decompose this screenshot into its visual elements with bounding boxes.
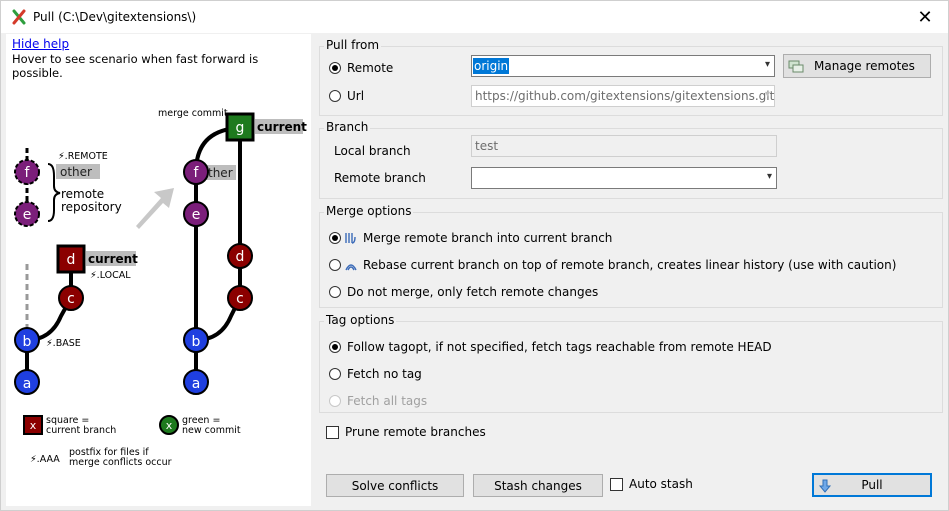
- merge-commit-label: merge commit: [158, 108, 228, 119]
- all-tags-radio[interactable]: [329, 395, 341, 407]
- no-tag-radio[interactable]: [329, 368, 341, 380]
- chevron-down-icon: ▾: [764, 89, 770, 100]
- stash-changes-label: Stash changes: [494, 478, 582, 493]
- legend-postfix-symbol: ⚡.AAA: [30, 454, 60, 465]
- rebase-icon: [345, 264, 357, 271]
- remote-repo-label-2: repository: [61, 200, 122, 214]
- url-radio[interactable]: [329, 90, 341, 102]
- remote-branch-label: Remote branch: [334, 171, 426, 185]
- legend-postfix-line2: merge conflicts occur: [69, 457, 172, 468]
- remote-combo[interactable]: origin ▾: [471, 55, 775, 77]
- prune-label: Prune remote branches: [345, 425, 486, 439]
- git-extensions-icon: [12, 9, 26, 25]
- remotes-icon: [788, 60, 804, 73]
- merge-options-label: Merge options: [324, 204, 414, 218]
- node-e-right: e: [192, 207, 201, 223]
- solve-conflicts-button[interactable]: Solve conflicts: [326, 474, 464, 497]
- legend-square-symbol: x: [30, 419, 37, 432]
- node-a-left: a: [23, 376, 32, 392]
- manage-remotes-label: Manage remotes: [814, 59, 915, 73]
- remote-radio[interactable]: [329, 62, 341, 74]
- remote-repo-label-1: remote: [61, 187, 104, 201]
- fetch-option-label: Do not merge, only fetch remote changes: [347, 285, 599, 299]
- node-a-right: a: [192, 376, 201, 392]
- pull-from-label: Pull from: [324, 38, 382, 52]
- no-tag-label: Fetch no tag: [347, 367, 422, 381]
- local-branch-label: Local branch: [334, 144, 411, 158]
- rebase-option-label: Rebase current branch on top of remote b…: [363, 258, 897, 272]
- remote-label: Remote: [347, 61, 394, 75]
- stash-changes-button[interactable]: Stash changes: [473, 474, 603, 497]
- all-tags-label: Fetch all tags: [347, 394, 428, 408]
- legend-square-line2: current branch: [46, 425, 116, 436]
- pull-label: Pull: [861, 478, 883, 492]
- node-c-left: c: [67, 291, 75, 307]
- url-combo[interactable]: https://github.com/gitextensions/gitexte…: [471, 85, 775, 107]
- follow-tagopt-label: Follow tagopt, if not specified, fetch t…: [347, 340, 772, 354]
- other-tag-left: other: [60, 165, 92, 179]
- solve-conflicts-label: Solve conflicts: [351, 478, 439, 493]
- node-d-left: d: [67, 252, 76, 268]
- base-marker: ⚡.BASE: [46, 338, 81, 349]
- url-value: https://github.com/gitextensions/gitexte…: [475, 89, 775, 103]
- scenario-diagram: remote repository ⚡.REMOTE other f e d c…: [14, 108, 307, 468]
- other-tag-right: ther: [208, 166, 233, 180]
- legend-green-symbol: x: [166, 419, 173, 432]
- close-icon: ✕: [917, 6, 933, 28]
- manage-remotes-button[interactable]: Manage remotes: [783, 54, 931, 78]
- follow-tagopt-radio[interactable]: [329, 341, 341, 353]
- local-branch-field: test: [471, 135, 777, 157]
- node-g-right: g: [236, 120, 245, 136]
- local-branch-value: test: [475, 139, 499, 153]
- help-panel: Hide help Hover to see scenario when fas…: [6, 34, 311, 506]
- pull-button[interactable]: Pull: [812, 473, 932, 497]
- auto-stash-label: Auto stash: [629, 477, 693, 491]
- merge-radio[interactable]: [329, 232, 341, 244]
- merge-option-label: Merge remote branch into current branch: [363, 231, 613, 245]
- legend-green-line2: new commit: [182, 425, 241, 436]
- chevron-down-icon: ▾: [766, 171, 772, 182]
- tag-options-label: Tag options: [324, 313, 397, 327]
- current-tag-right: current: [257, 120, 307, 134]
- arrow-icon: [136, 188, 174, 229]
- close-button[interactable]: ✕: [902, 1, 948, 33]
- node-b-right: b: [192, 334, 201, 350]
- local-marker: ⚡.LOCAL: [90, 270, 131, 281]
- node-c-right: c: [236, 291, 244, 307]
- node-d-right: d: [236, 249, 245, 265]
- pull-arrow-icon: [818, 479, 832, 493]
- url-label: Url: [347, 89, 365, 103]
- node-b-left: b: [23, 334, 32, 350]
- remote-marker: ⚡.REMOTE: [58, 151, 108, 162]
- chevron-down-icon: ▾: [764, 59, 770, 70]
- auto-stash-checkbox[interactable]: [610, 478, 623, 491]
- hide-help-link[interactable]: Hide help: [12, 37, 69, 51]
- window-title: Pull (C:\Dev\gitextensions\): [33, 10, 197, 24]
- title-bar: Pull (C:\Dev\gitextensions\) ✕: [1, 1, 948, 33]
- branch-label: Branch: [324, 120, 371, 134]
- rebase-radio[interactable]: [329, 259, 341, 271]
- prune-checkbox[interactable]: [326, 426, 339, 439]
- fetch-radio[interactable]: [329, 286, 341, 298]
- merge-icon: [345, 233, 356, 244]
- node-e-left: e: [23, 207, 32, 223]
- remote-branch-combo[interactable]: ▾: [471, 167, 777, 189]
- remote-value: origin: [473, 58, 510, 74]
- pull-dialog: Pull (C:\Dev\gitextensions\) ✕ Hide help…: [0, 0, 949, 511]
- current-tag-left: current: [88, 252, 138, 266]
